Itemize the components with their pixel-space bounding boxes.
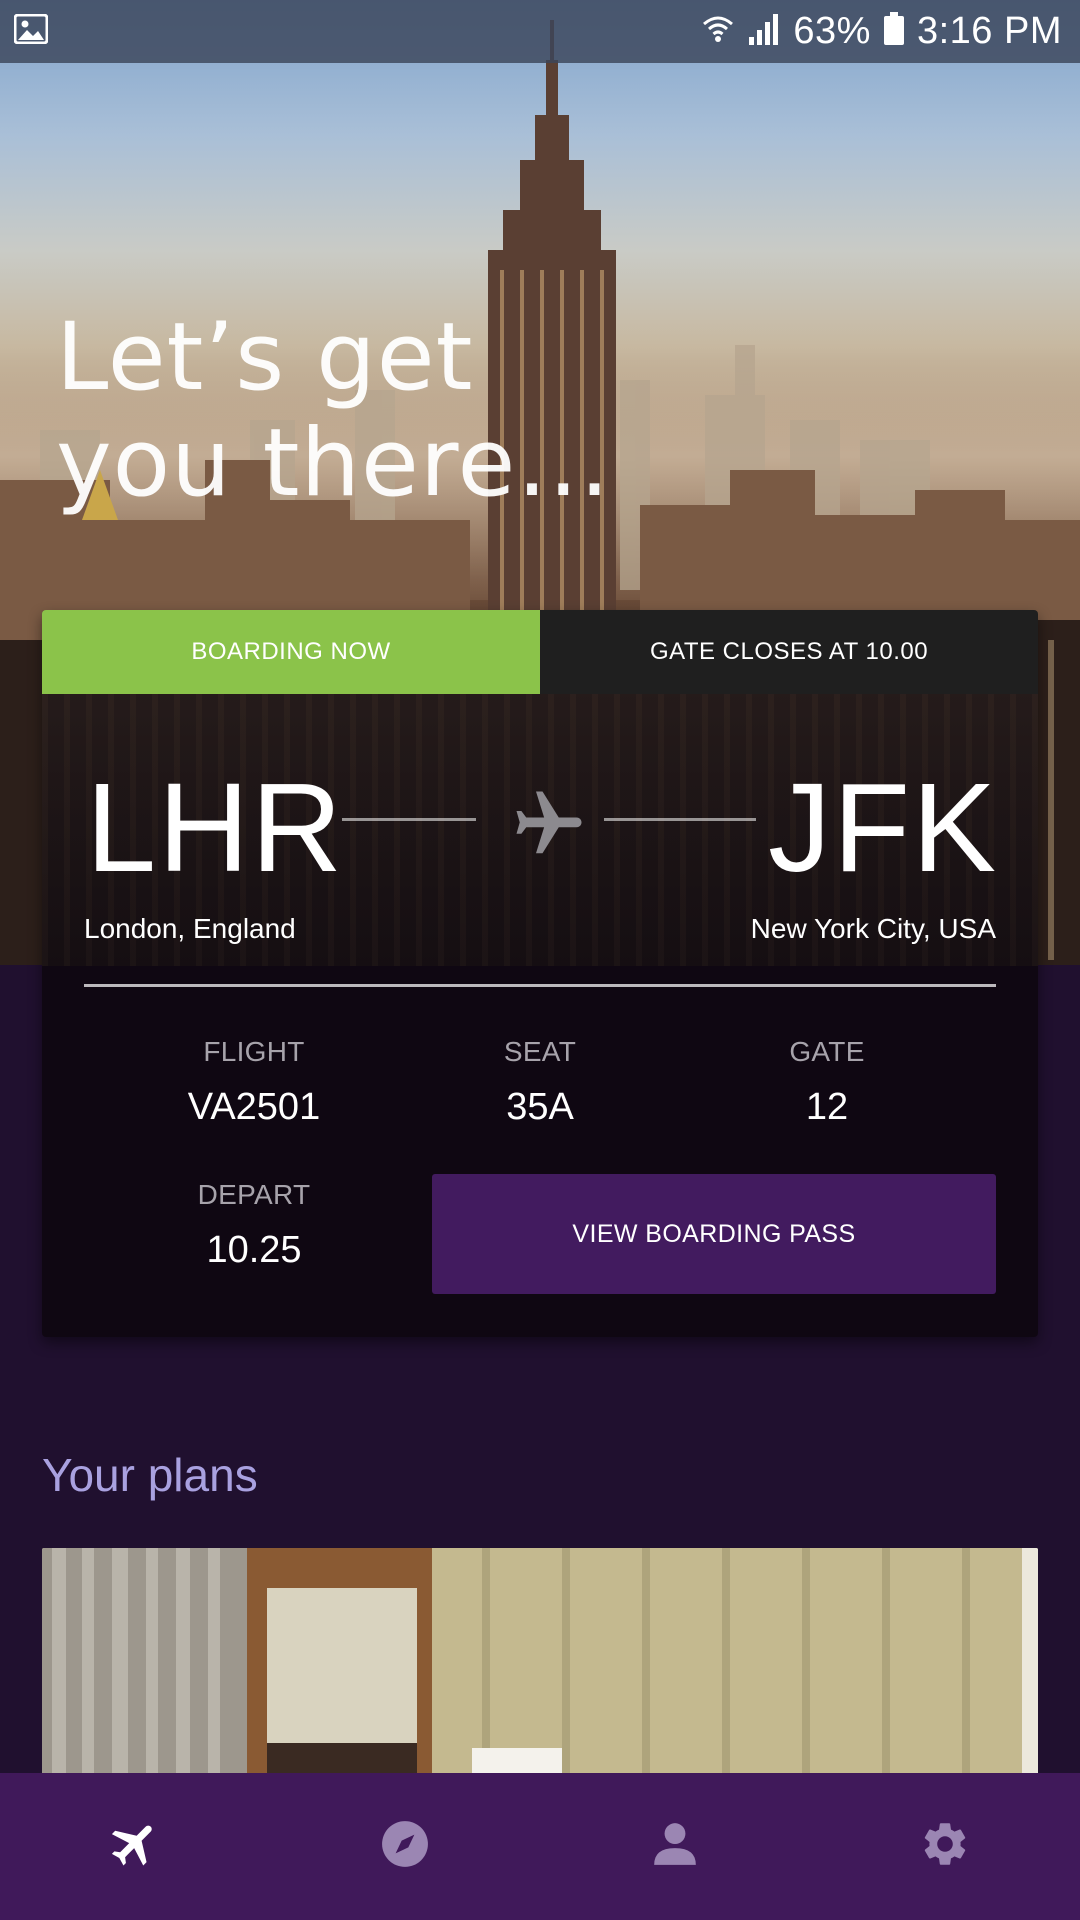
gate-value: 12: [805, 1086, 849, 1128]
seat-value: 35A: [506, 1086, 574, 1128]
view-boarding-pass-button[interactable]: VIEW BOARDING PASS: [432, 1174, 996, 1294]
nav-flights[interactable]: [75, 1787, 195, 1907]
nav-explore[interactable]: [345, 1787, 465, 1907]
destination-city: New York City, USA: [750, 913, 996, 944]
seat-label: SEAT: [503, 1036, 577, 1067]
route-line-left: [342, 818, 476, 821]
depart-value: 10.25: [206, 1229, 302, 1271]
flight-value: VA2501: [187, 1086, 321, 1128]
route-line-right: [604, 818, 756, 821]
origin-code: LHR: [86, 757, 345, 898]
nav-profile[interactable]: [615, 1787, 735, 1907]
gate-block: GATE 12: [727, 1036, 927, 1129]
flight-card: BOARDING NOW GATE CLOSES AT 10.00 LHR JF…: [42, 610, 1038, 1337]
gallery-icon: [13, 13, 49, 49]
plans-section-title: Your plans: [42, 1449, 258, 1501]
status-bar: 63% 3:16 PM: [0, 0, 1080, 63]
gate-label: GATE: [789, 1036, 865, 1067]
hotel-room-image: [42, 1548, 1038, 1778]
flight-status-bar: BOARDING NOW GATE CLOSES AT 10.00: [42, 610, 1038, 694]
seat-block: SEAT 35A: [440, 1036, 640, 1129]
profile-icon: [650, 1819, 700, 1874]
plan-card-hotel-image[interactable]: [42, 1548, 1038, 1778]
destination-code: JFK: [767, 757, 998, 898]
flight-icon: [107, 1816, 163, 1877]
explore-icon: [380, 1819, 430, 1874]
battery-percent: 63%: [793, 10, 871, 52]
gate-closes-tab: GATE CLOSES AT 10.00: [540, 610, 1038, 694]
plane-icon: [510, 785, 588, 863]
details-divider: [84, 984, 996, 987]
origin-city: London, England: [84, 913, 296, 944]
signal-icon: [747, 13, 781, 50]
nav-settings[interactable]: [885, 1787, 1005, 1907]
depart-block: DEPART 10.25: [154, 1179, 354, 1272]
flight-number-block: FLIGHT VA2501: [154, 1036, 354, 1129]
battery-icon: [883, 12, 905, 51]
bottom-navigation: [0, 1773, 1080, 1920]
depart-label: DEPART: [197, 1179, 311, 1210]
wifi-icon: [701, 12, 735, 51]
flight-label: FLIGHT: [203, 1036, 305, 1067]
status-indicators: 63% 3:16 PM: [701, 10, 1062, 53]
boarding-status-tab: BOARDING NOW: [42, 610, 540, 694]
hero-headline: Let’s get you there…: [56, 303, 612, 518]
settings-icon: [919, 1818, 971, 1875]
clock: 3:16 PM: [916, 10, 1062, 52]
